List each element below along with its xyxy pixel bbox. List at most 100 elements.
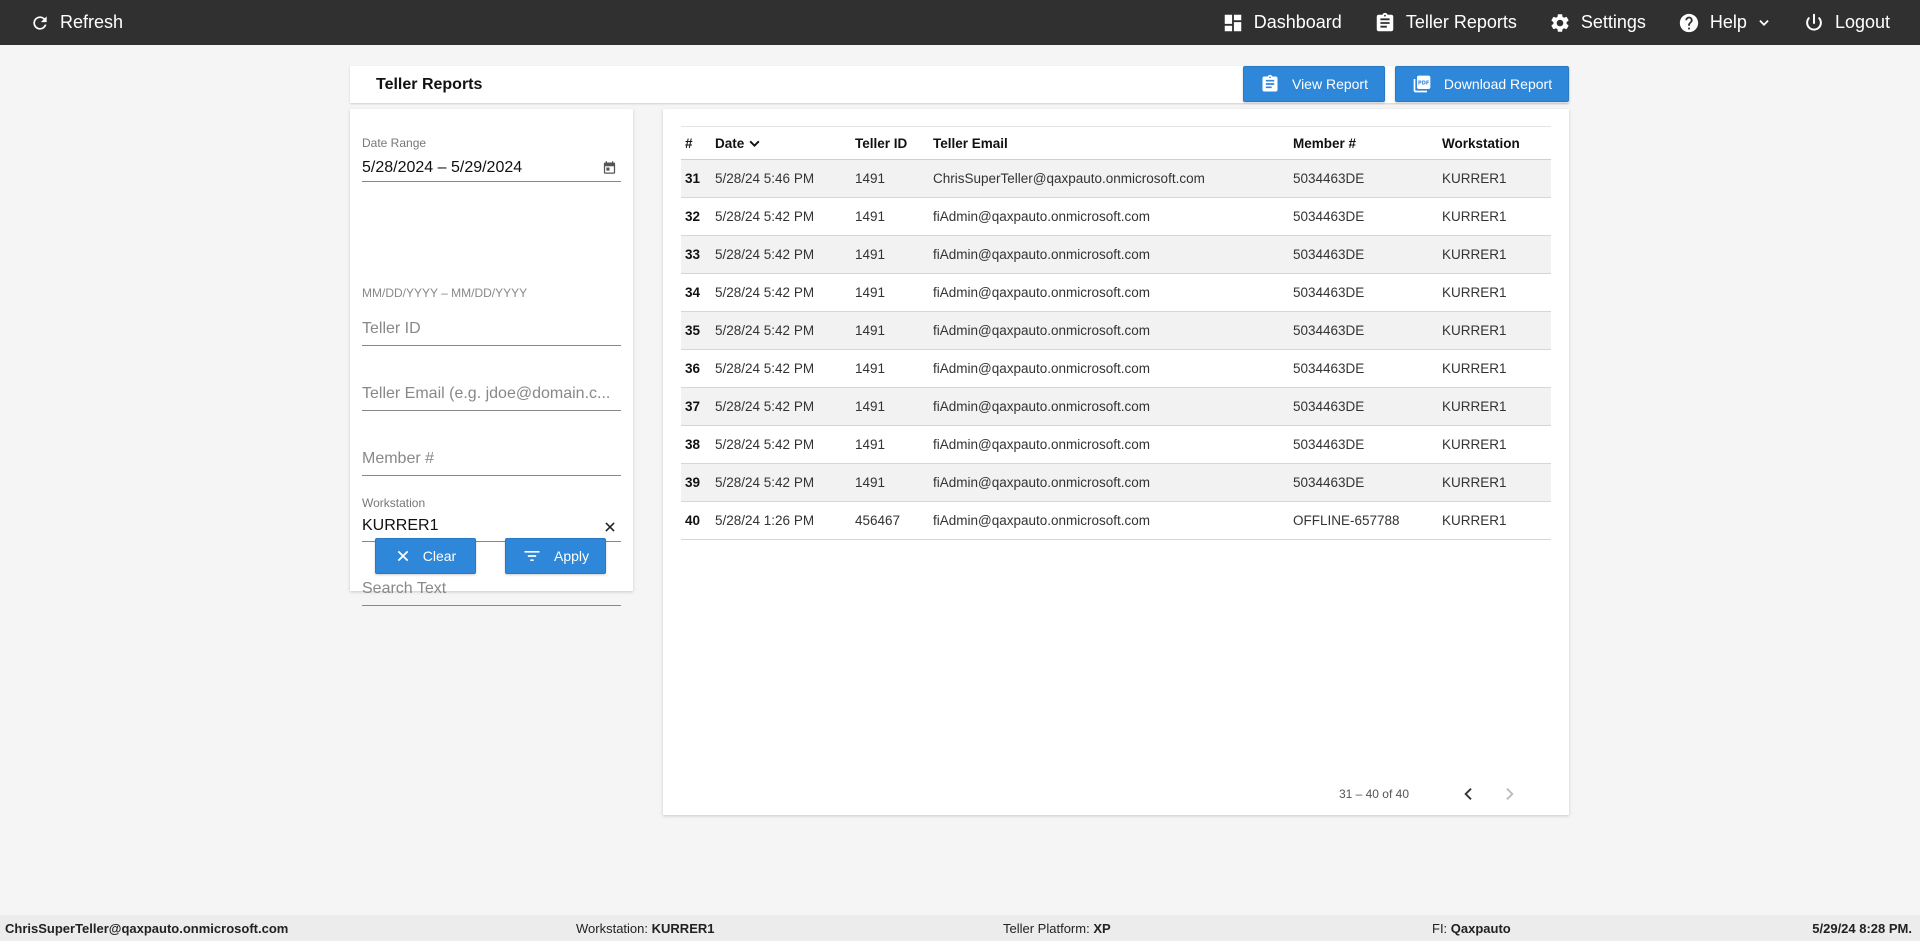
row-teller-email: fiAdmin@qaxpauto.onmicrosoft.com <box>933 285 1151 300</box>
nav-help[interactable]: Help <box>1678 12 1771 34</box>
clipboard-icon <box>1260 74 1280 94</box>
footer-datetime-value: 5/29/24 8:28 PM. <box>1812 921 1912 936</box>
row-workstation: KURRER1 <box>1442 437 1507 452</box>
row-member: 5034463DE <box>1293 399 1365 414</box>
gear-icon <box>1549 12 1571 34</box>
row-workstation: KURRER1 <box>1442 323 1507 338</box>
date-range-label: Date Range <box>362 136 427 150</box>
row-teller-id: 1491 <box>855 247 886 262</box>
date-range-field[interactable]: Date Range 5/28/2024 – 5/29/2024 <box>362 123 621 182</box>
footer-fi-value: Qaxpauto <box>1450 921 1511 936</box>
col-date-label: Date <box>715 135 745 151</box>
table-row[interactable]: 36 5/28/24 5:42 PM 1491 fiAdmin@qaxpauto.on… <box>681 350 1551 388</box>
dashboard-icon <box>1222 12 1244 34</box>
row-date: 5/28/24 5:42 PM <box>715 209 815 224</box>
nav-dashboard-label: Dashboard <box>1253 12 1342 32</box>
search-text-input[interactable] <box>362 580 621 598</box>
help-icon <box>1678 12 1700 34</box>
table-row[interactable]: 38 5/28/24 5:42 PM 1491 fiAdmin@qaxpauto.on… <box>681 426 1551 464</box>
col-teller-id-header[interactable]: Teller ID <box>851 127 929 160</box>
table-row[interactable]: 33 5/28/24 5:42 PM 1491 fiAdmin@qaxpauto.on… <box>681 235 1551 274</box>
table-row[interactable]: 40 5/28/24 1:26 PM 456467 fiAdmin@qaxpauto.… <box>681 502 1551 540</box>
nav-teller-reports[interactable]: Teller Reports <box>1374 12 1517 34</box>
row-number: 34 <box>685 285 701 300</box>
member-field[interactable] <box>362 436 621 476</box>
view-report-label: View Report <box>1291 76 1368 92</box>
teller-email-input[interactable] <box>362 385 621 403</box>
row-teller-email: fiAdmin@qaxpauto.onmicrosoft.com <box>933 361 1151 376</box>
table-row[interactable]: 31 5/28/24 5:46 PM 1491 ChrisSuperTeller@qa… <box>681 159 1551 198</box>
footer-datetime: 5/29/24 8:28 PM. <box>1812 921 1912 936</box>
table-row[interactable]: 39 5/28/24 5:42 PM 1491 fiAdmin@qaxpauto.on… <box>681 463 1551 502</box>
row-teller-email: fiAdmin@qaxpauto.onmicrosoft.com <box>933 437 1151 452</box>
col-workstation-header[interactable]: Workstation <box>1438 127 1551 160</box>
footer-fi: FI: Qaxpauto <box>1432 921 1511 936</box>
previous-page-button[interactable] <box>1449 774 1489 814</box>
row-member: 5034463DE <box>1293 361 1365 376</box>
top-navbar: Refresh Dashboard Teller Reports Setting… <box>0 0 1920 45</box>
row-workstation: KURRER1 <box>1442 399 1507 414</box>
table-header-row: # Date Teller ID Teller Email Member # W… <box>681 126 1551 160</box>
row-date: 5/28/24 1:26 PM <box>715 513 815 528</box>
col-date-header[interactable]: Date <box>711 127 851 160</box>
results-table: # Date Teller ID Teller Email Member # W… <box>681 126 1551 540</box>
row-workstation: KURRER1 <box>1442 247 1507 262</box>
next-page-button[interactable] <box>1489 774 1529 814</box>
workstation-field[interactable]: Workstation KURRER1 <box>362 483 621 542</box>
col-teller-email-header[interactable]: Teller Email <box>929 127 1289 160</box>
member-input[interactable] <box>362 450 621 468</box>
table-row[interactable]: 34 5/28/24 5:42 PM 1491 fiAdmin@qaxpauto.on… <box>681 274 1551 312</box>
chevron-right-icon <box>1501 786 1517 802</box>
nav-dashboard[interactable]: Dashboard <box>1222 12 1342 34</box>
row-member: 5034463DE <box>1293 285 1365 300</box>
row-teller-email: fiAdmin@qaxpauto.onmicrosoft.com <box>933 209 1151 224</box>
chevron-left-icon <box>1461 786 1477 802</box>
row-number: 39 <box>685 475 701 490</box>
sort-desc-icon <box>748 137 761 150</box>
table-row[interactable]: 37 5/28/24 5:42 PM 1491 fiAdmin@qaxpauto.on… <box>681 387 1551 426</box>
pdf-icon: PDF <box>1412 74 1432 94</box>
apply-button[interactable]: Apply <box>505 538 606 574</box>
refresh-button[interactable]: Refresh <box>30 0 123 45</box>
clear-button[interactable]: Clear <box>375 538 476 574</box>
clear-label: Clear <box>422 548 457 564</box>
row-date: 5/28/24 5:42 PM <box>715 247 815 262</box>
nav-logout[interactable]: Logout <box>1803 12 1890 34</box>
table-row[interactable]: 35 5/28/24 5:42 PM 1491 fiAdmin@qaxpauto.on… <box>681 311 1551 350</box>
footer-workstation-value: KURRER1 <box>651 921 715 936</box>
row-teller-id: 1491 <box>855 399 886 414</box>
col-member-header[interactable]: Member # <box>1289 127 1438 160</box>
footer-user: ChrisSuperTeller@qaxpauto.onmicrosoft.co… <box>5 921 288 936</box>
nav-settings[interactable]: Settings <box>1549 12 1646 34</box>
power-icon <box>1803 12 1825 34</box>
row-date: 5/28/24 5:42 PM <box>715 437 815 452</box>
svg-text:PDF: PDF <box>1418 80 1429 86</box>
row-teller-email: fiAdmin@qaxpauto.onmicrosoft.com <box>933 247 1151 262</box>
refresh-label: Refresh <box>60 12 124 32</box>
row-number: 38 <box>685 437 701 452</box>
row-workstation: KURRER1 <box>1442 513 1507 528</box>
footer-platform-value: XP <box>1093 921 1111 936</box>
row-teller-id: 1491 <box>855 361 886 376</box>
row-teller-id: 1491 <box>855 285 886 300</box>
results-panel: # Date Teller ID Teller Email Member # W… <box>663 109 1569 815</box>
table-row[interactable]: 32 5/28/24 5:42 PM 1491 fiAdmin@qaxpauto.on… <box>681 198 1551 236</box>
teller-id-field[interactable] <box>362 306 621 346</box>
row-workstation: KURRER1 <box>1442 285 1507 300</box>
nav-teller-reports-label: Teller Reports <box>1405 12 1517 32</box>
row-number: 33 <box>685 247 701 262</box>
row-teller-email: ChrisSuperTeller@qaxpauto.onmicrosoft.co… <box>933 171 1205 186</box>
view-report-button[interactable]: View Report <box>1243 66 1385 102</box>
teller-email-field[interactable] <box>362 371 621 411</box>
row-number: 36 <box>685 361 701 376</box>
download-report-button[interactable]: PDF Download Report <box>1395 66 1569 102</box>
nav-help-label: Help <box>1709 12 1747 32</box>
row-teller-id: 1491 <box>855 323 886 338</box>
calendar-icon[interactable] <box>602 160 617 180</box>
teller-id-input[interactable] <box>362 320 621 338</box>
row-member: 5034463DE <box>1293 475 1365 490</box>
row-date: 5/28/24 5:42 PM <box>715 399 815 414</box>
date-sort[interactable]: Date <box>715 136 761 151</box>
close-icon[interactable] <box>603 520 617 539</box>
row-teller-id: 1491 <box>855 437 886 452</box>
